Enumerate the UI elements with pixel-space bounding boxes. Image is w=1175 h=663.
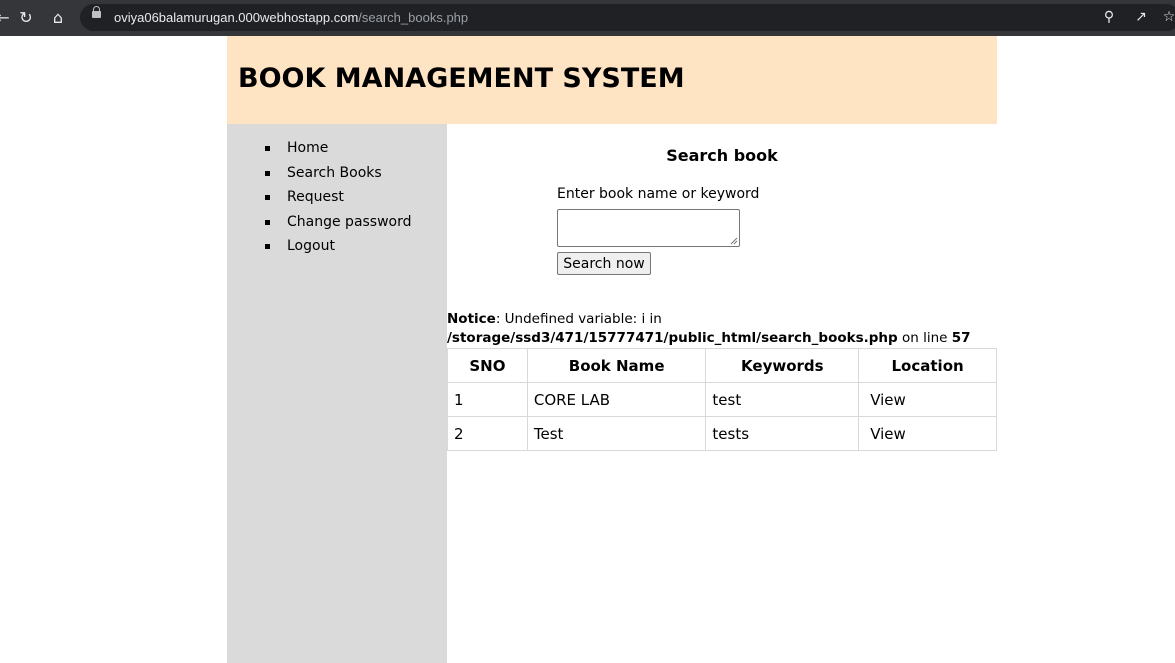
table-row: 2 Test tests View <box>447 416 997 451</box>
cell-book-name: Test <box>526 416 707 451</box>
page-header: BOOK MANAGEMENT SYSTEM <box>227 36 997 124</box>
notice-on-line: on line <box>897 330 952 346</box>
column-header-sno: SNO <box>447 348 528 383</box>
cell-sno: 1 <box>447 382 528 417</box>
url-host: oviya06balamurugan.000webhostapp.com <box>114 10 359 25</box>
notice-message: : Undefined variable: i in <box>495 311 662 327</box>
column-header-location: Location <box>858 348 997 383</box>
sidebar-link-change-password[interactable]: Change password <box>287 214 412 230</box>
bullet-icon <box>265 244 270 250</box>
share-icon[interactable]: ↗ <box>1132 8 1150 26</box>
bullet-icon <box>265 219 270 225</box>
column-header-keywords: Keywords <box>705 348 860 383</box>
php-notice: Notice: Undefined variable: i in /storag… <box>447 310 971 348</box>
sidebar-link-search-books[interactable]: Search Books <box>287 165 382 181</box>
search-input[interactable] <box>557 209 740 247</box>
sidebar-link-request[interactable]: Request <box>287 189 344 205</box>
bullet-icon <box>265 146 270 151</box>
page-title: BOOK MANAGEMENT SYSTEM <box>238 63 685 94</box>
sidebar-link-home[interactable]: Home <box>287 140 328 156</box>
notice-prefix: Notice <box>447 311 496 327</box>
sidebar-link-logout[interactable]: Logout <box>287 238 335 254</box>
back-icon[interactable]: ← <box>0 7 14 29</box>
url-text[interactable]: oviya06balamurugan.000webhostapp.com/sea… <box>114 9 468 26</box>
bullet-icon <box>265 195 270 201</box>
cell-book-name: CORE LAB <box>526 382 707 417</box>
home-icon[interactable]: ⌂ <box>47 7 69 29</box>
bullet-icon <box>265 170 270 176</box>
results-table: SNO Book Name Keywords Location 1 CORE L… <box>447 348 997 451</box>
search-label: Enter book name or keyword <box>557 186 760 202</box>
lock-icon[interactable] <box>92 6 101 18</box>
notice-path: /storage/ssd3/471/15777471/public_html/s… <box>447 330 898 346</box>
notice-line: 57 <box>951 330 971 346</box>
cell-sno: 2 <box>447 416 528 451</box>
column-header-book-name: Book Name <box>526 348 707 383</box>
cell-keywords: tests <box>705 416 860 451</box>
table-header-row: SNO Book Name Keywords Location <box>447 348 997 383</box>
url-path: /search_books.php <box>358 10 469 25</box>
resize-grip-icon[interactable] <box>730 237 738 245</box>
reload-icon[interactable]: ↻ <box>15 7 37 29</box>
zoom-icon[interactable]: ⚲ <box>1100 8 1118 26</box>
view-link[interactable]: View <box>858 416 997 451</box>
search-button[interactable]: Search now <box>557 252 651 275</box>
table-row: 1 CORE LAB test View <box>447 382 997 417</box>
sidebar: Home Search Books Request Change passwor… <box>227 124 447 663</box>
view-link[interactable]: View <box>858 382 997 417</box>
cell-keywords: test <box>705 382 860 417</box>
search-title: Search book <box>666 146 778 165</box>
bookmark-star-icon[interactable]: ☆ <box>1160 8 1175 26</box>
browser-toolbar: ← ↻ ⌂ oviya06balamurugan.000webhostapp.c… <box>0 0 1175 36</box>
